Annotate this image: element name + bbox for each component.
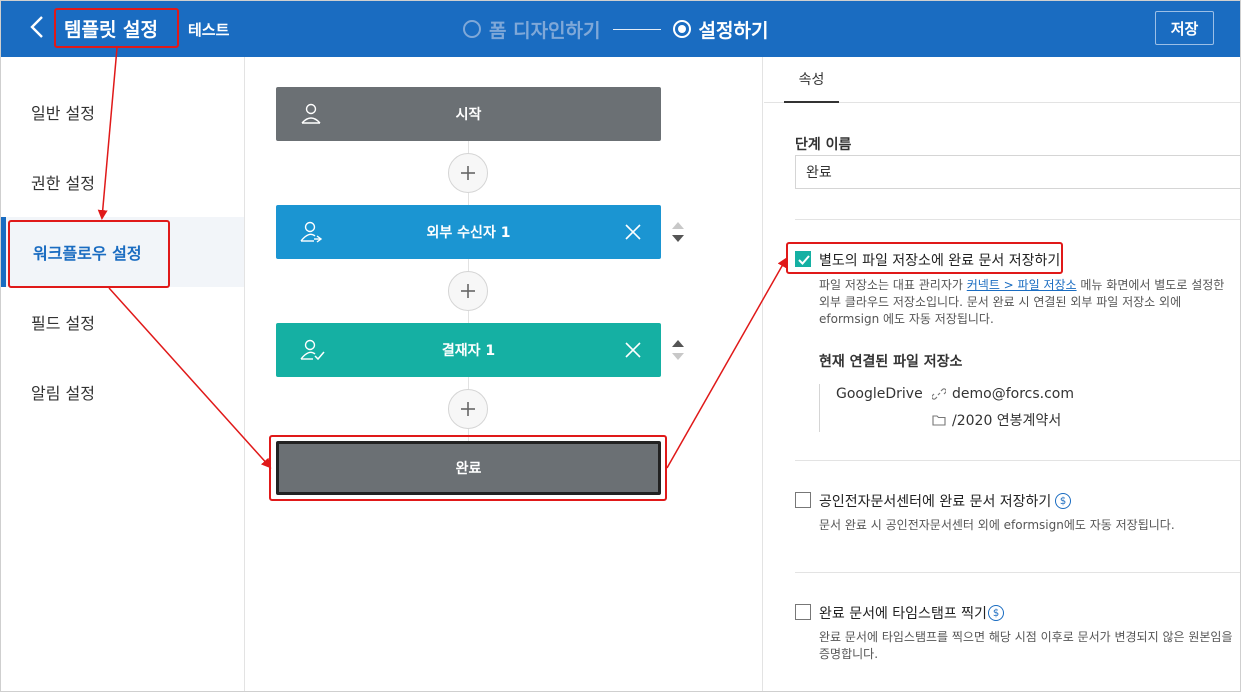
reorder-arrows[interactable] xyxy=(670,338,686,364)
timestamp-checkbox[interactable] xyxy=(795,604,811,620)
step-label: 설정하기 xyxy=(698,19,769,42)
workflow-step-label: 결재자 1 xyxy=(441,343,496,359)
move-up-icon[interactable] xyxy=(672,222,684,229)
annotation-box-complete-node xyxy=(269,435,667,501)
step-radio-icon xyxy=(463,20,481,38)
step-radio-selected-icon xyxy=(672,20,691,38)
close-icon[interactable] xyxy=(623,222,643,242)
step-settings[interactable]: 설정하기 xyxy=(672,16,769,43)
section-divider xyxy=(795,219,1240,220)
add-step-button[interactable] xyxy=(448,271,488,311)
storage-account: demo@forcs.com xyxy=(952,386,1074,402)
app-window: 템플릿 설정 테스트 폼 디자인하기 설정하기 저장 일반 설정 권한 설정 워… xyxy=(0,0,1241,692)
step-name-label: 단계 이름 xyxy=(795,137,852,153)
reorder-arrows[interactable] xyxy=(670,220,686,246)
workflow-canvas: 시작 외부 수신자 1 결재자 1 완료 xyxy=(245,57,763,691)
step-label: 폼 디자인하기 xyxy=(489,19,601,42)
add-step-button[interactable] xyxy=(448,153,488,193)
workflow-step-label: 외부 수신자 1 xyxy=(426,225,511,241)
step-form-design[interactable]: 폼 디자인하기 xyxy=(463,16,601,43)
external-storage-description: 파일 저장소는 대표 관리자가 커넥트 > 파일 저장소 메뉴 화면에서 별도로… xyxy=(819,277,1239,328)
sidebar-item-permissions[interactable]: 권한 설정 xyxy=(1,147,244,217)
step-connector xyxy=(612,28,661,30)
storage-account-row: demo@forcs.com xyxy=(932,386,1074,402)
section-divider xyxy=(795,460,1240,461)
move-up-icon[interactable] xyxy=(672,340,684,347)
paid-feature-icon: $ xyxy=(988,605,1004,621)
plus-icon xyxy=(461,284,475,298)
timestamp-description: 완료 문서에 타임스탬프를 찍으면 해당 시점 이후로 문서가 변경되지 않은 … xyxy=(819,630,1233,661)
timestamp-label[interactable]: 완료 문서에 타임스탬프 찍기 xyxy=(819,603,987,623)
person-icon xyxy=(300,103,324,125)
properties-panel: 속성 단계 이름 완료 별도의 파일 저장소에 완료 문서 저장하기 파일 저장… xyxy=(764,57,1240,691)
move-down-icon[interactable] xyxy=(672,235,684,242)
plus-icon xyxy=(461,402,475,416)
link-icon xyxy=(932,388,946,400)
workflow-step-label: 시작 xyxy=(455,107,482,123)
certified-center-label[interactable]: 공인전자문서센터에 완료 문서 저장하기 xyxy=(819,491,1051,511)
move-down-icon[interactable] xyxy=(672,353,684,360)
connected-storage-box: GoogleDrive demo@forcs.com /2020 연봉계약서 xyxy=(819,384,1119,432)
person-check-icon xyxy=(300,339,325,361)
storage-folder: /2020 연봉계약서 xyxy=(952,413,1062,429)
panel-tabbar: 속성 xyxy=(764,57,1240,103)
workflow-step-start[interactable]: 시작 xyxy=(276,87,661,141)
close-icon[interactable] xyxy=(623,340,643,360)
add-step-button[interactable] xyxy=(448,389,488,429)
connect-storage-link[interactable]: 커넥트 > 파일 저장소 xyxy=(967,278,1077,292)
annotation-box-workflow xyxy=(8,220,170,288)
settings-sidebar: 일반 설정 권한 설정 워크플로우 설정 필드 설정 알림 설정 xyxy=(1,57,245,691)
back-icon[interactable] xyxy=(23,12,53,42)
description-text: 파일 저장소는 대표 관리자가 xyxy=(819,278,967,292)
annotation-box-storage-option xyxy=(786,242,1063,274)
sidebar-item-general[interactable]: 일반 설정 xyxy=(1,77,244,147)
sidebar-item-notifications[interactable]: 알림 설정 xyxy=(1,357,244,427)
save-button[interactable]: 저장 xyxy=(1155,11,1214,45)
certified-center-checkbox[interactable] xyxy=(795,492,811,508)
storage-provider-name: GoogleDrive xyxy=(836,386,923,402)
section-divider xyxy=(795,572,1240,573)
person-send-icon xyxy=(300,221,324,243)
plus-icon xyxy=(461,166,475,180)
step-indicator: 폼 디자인하기 설정하기 xyxy=(463,14,768,44)
workflow-step-external-recipient[interactable]: 외부 수신자 1 xyxy=(276,205,661,259)
paid-feature-icon: $ xyxy=(1055,493,1071,509)
workflow-step-approver[interactable]: 결재자 1 xyxy=(276,323,661,377)
step-name-input[interactable]: 완료 xyxy=(795,155,1240,189)
annotation-box-title xyxy=(54,8,179,48)
template-name: 테스트 xyxy=(188,21,230,39)
tab-properties[interactable]: 속성 xyxy=(784,57,839,103)
sidebar-item-fields[interactable]: 필드 설정 xyxy=(1,287,244,357)
connected-storage-title: 현재 연결된 파일 저장소 xyxy=(819,354,963,370)
storage-folder-row: /2020 연봉계약서 xyxy=(932,410,1061,430)
certified-center-description: 문서 완료 시 공인전자문서센터 외에 eformsign에도 자동 저장됩니다… xyxy=(819,518,1175,532)
folder-icon xyxy=(932,415,946,426)
top-header: 템플릿 설정 테스트 폼 디자인하기 설정하기 저장 xyxy=(1,1,1240,57)
